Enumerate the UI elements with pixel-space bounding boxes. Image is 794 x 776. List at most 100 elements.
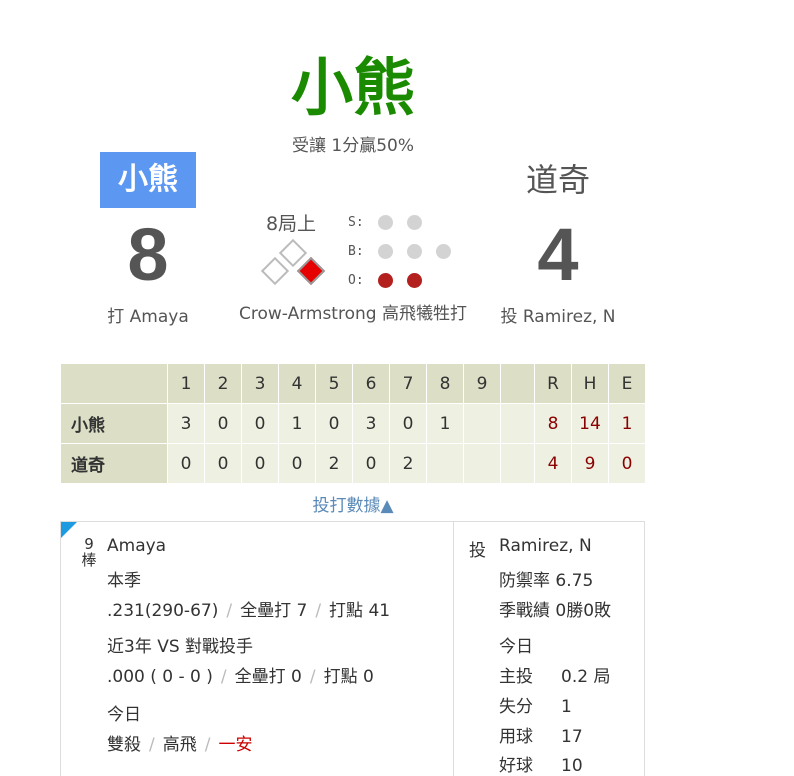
corner-flag-icon	[61, 522, 77, 538]
vs-hr: 全壘打 0	[234, 667, 302, 687]
panel-divider	[453, 522, 454, 776]
vs-label: 近3年 VS 對戰投手	[107, 637, 254, 657]
out-row: O:	[348, 266, 465, 295]
vs-stats: .000 ( 0 - 0 ) / 全壘打 0 / 打點 0	[107, 662, 374, 687]
inning-header: 3	[241, 363, 279, 404]
total-errors: 1	[608, 403, 646, 444]
inning-header: 5	[315, 363, 353, 404]
strike-dot	[378, 215, 393, 230]
inning-runs: 0	[204, 443, 242, 484]
separator: /	[204, 735, 211, 755]
batting-order: 9棒	[81, 535, 97, 569]
inning-header: 4	[278, 363, 316, 404]
home-score: 4	[537, 213, 579, 296]
inning-runs: 2	[389, 443, 427, 484]
linescore-team: 道奇	[60, 443, 168, 484]
inning-runs: 3	[352, 403, 390, 444]
inning-runs: 0	[241, 443, 279, 484]
inning-header: 1	[167, 363, 205, 404]
linescore-gap	[500, 443, 535, 484]
inning-header: 9	[463, 363, 501, 404]
away-team-name[interactable]: 小熊	[100, 152, 196, 208]
vs-rbi: 打點 0	[323, 667, 374, 687]
stat-value: 17	[561, 727, 583, 747]
away-score: 8	[127, 213, 169, 296]
linescore-corner	[60, 363, 168, 404]
third-base	[260, 256, 290, 286]
inning-indicator: 8局上	[265, 213, 317, 235]
last-play: Crow-Armstrong 高飛犧牲打	[239, 304, 467, 324]
pitcher-name[interactable]: Ramirez, N	[499, 536, 592, 556]
stat-value: 10	[561, 756, 583, 776]
inning-runs: 0	[278, 443, 316, 484]
strike-label: S:	[348, 215, 364, 230]
inning-runs: 3	[167, 403, 205, 444]
stat-value: 1	[561, 697, 572, 717]
pitcher-stat-row: 好球 10	[499, 751, 583, 776]
season-rbi: 打點 41	[329, 601, 391, 621]
first-base	[296, 256, 326, 286]
total-hits: 9	[571, 443, 609, 484]
ball-row: B:	[348, 237, 465, 266]
stat-key: 主投	[499, 667, 533, 687]
inning-runs: 1	[426, 403, 464, 444]
ball-dot	[436, 244, 451, 259]
linescore-row-away: 小熊 3 0 0 1 0 3 0 1 8 14 1	[60, 403, 646, 444]
base-diamond	[258, 238, 328, 286]
out-dot	[407, 273, 422, 288]
batter-name[interactable]: Amaya	[107, 536, 166, 556]
stat-key: 好球	[499, 756, 533, 776]
today-result: 高飛	[162, 735, 197, 755]
inning-runs: 0	[389, 403, 427, 444]
linescore-header: 1 2 3 4 5 6 7 8 9 R H E	[60, 363, 646, 404]
stats-toggle-button[interactable]: 投打數據▲	[0, 491, 706, 516]
ball-dot	[378, 244, 393, 259]
ball-label: B:	[348, 244, 364, 259]
separator: /	[226, 601, 233, 621]
separator: /	[309, 667, 316, 687]
pitcher-stat-row: 用球 17	[499, 722, 583, 747]
inning-runs: 2	[315, 443, 353, 484]
separator: /	[149, 735, 155, 755]
inning-header: 6	[352, 363, 390, 404]
separator: /	[315, 601, 322, 621]
runs-header: R	[534, 363, 572, 404]
separator: /	[220, 667, 227, 687]
ball-dot	[407, 244, 422, 259]
pitcher-era: 防禦率 6.75	[499, 571, 594, 591]
inning-runs: 0	[167, 443, 205, 484]
linescore-team: 小熊	[60, 403, 168, 444]
batter-today-results: 雙殺 / 高飛 / 一安	[107, 730, 252, 755]
inning-header: 2	[204, 363, 242, 404]
errors-header: E	[608, 363, 646, 404]
hits-header: H	[571, 363, 609, 404]
season-label: 本季	[107, 571, 141, 591]
inning-runs: 0	[204, 403, 242, 444]
stat-key: 用球	[499, 727, 533, 747]
out-dot	[378, 273, 393, 288]
matchup-panel: 9棒 Amaya 本季 .231(290-67) / 全壘打 7 / 打點 41 近3年…	[60, 521, 645, 776]
second-base	[278, 238, 308, 268]
current-batter: 打 Amaya	[107, 307, 189, 327]
total-errors: 0	[608, 443, 646, 484]
inning-runs: 0	[315, 403, 353, 444]
inning-runs: 0	[352, 443, 390, 484]
total-hits: 14	[571, 403, 609, 444]
linescore-gap	[500, 363, 535, 404]
season-stats: .231(290-67) / 全壘打 7 / 打點 41	[107, 596, 390, 621]
today-result-hit: 一安	[218, 735, 253, 755]
linescore-table: 1 2 3 4 5 6 7 8 9 R H E 小熊 3 0 0 1 0 3 0…	[60, 363, 646, 484]
season-avg: .231(290-67)	[107, 601, 219, 621]
home-team-name[interactable]: 道奇	[498, 152, 618, 208]
predicted-winner: 小熊	[290, 51, 415, 124]
inning-runs: 1	[278, 403, 316, 444]
out-label: O:	[348, 273, 364, 288]
strike-row: S:	[348, 208, 465, 237]
inning-runs: 0	[241, 403, 279, 444]
inning-header: 8	[426, 363, 464, 404]
pitcher-record: 季戰績 0勝0敗	[499, 601, 612, 621]
vs-avg: .000 ( 0 - 0 )	[107, 667, 213, 687]
inning-header: 7	[389, 363, 427, 404]
total-runs: 4	[534, 443, 572, 484]
pitcher-tag: 投	[469, 541, 486, 561]
